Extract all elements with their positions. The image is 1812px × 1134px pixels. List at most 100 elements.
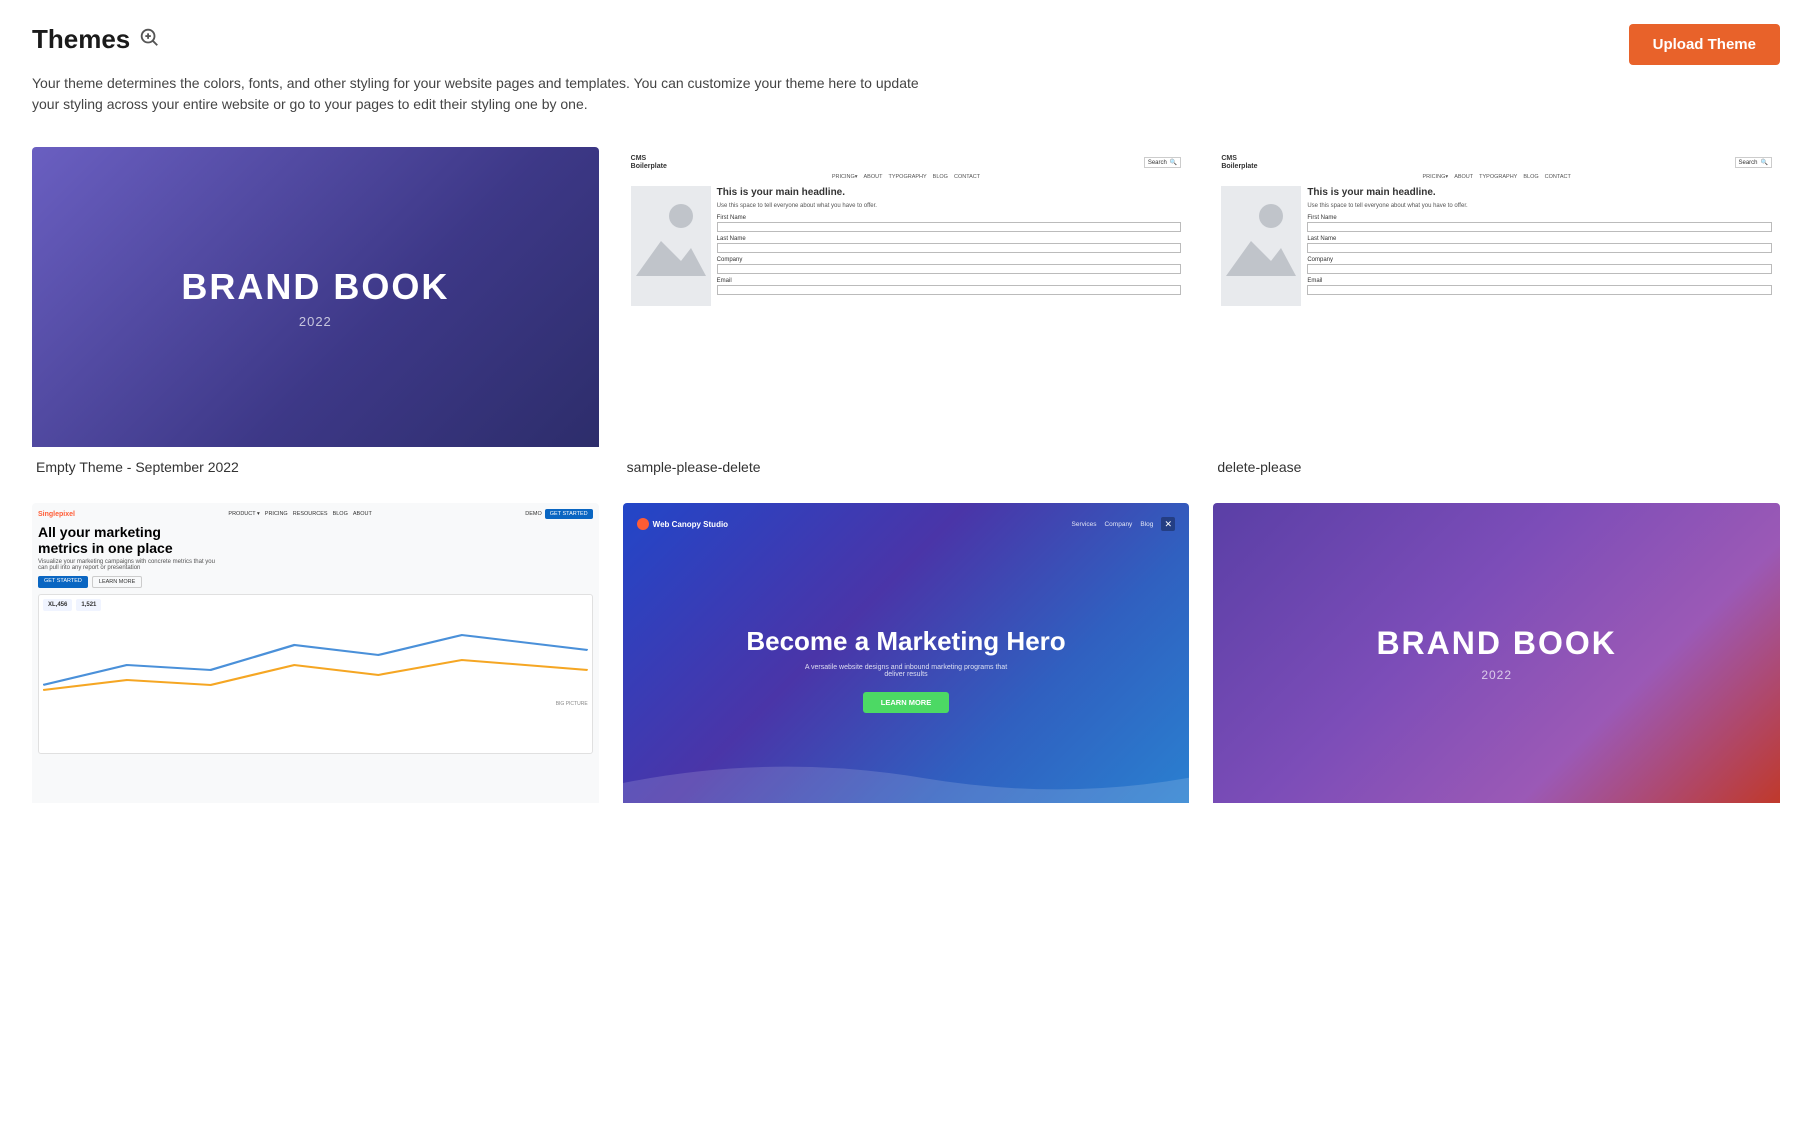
cms2-input-firstname — [1307, 222, 1772, 232]
cms2-headline: This is your main headline. — [1307, 186, 1772, 199]
themes-grid: BRAND BOOK 2022 Empty Theme - September … — [32, 147, 1780, 819]
cms-field-email: Email — [717, 278, 1182, 295]
cms-input-firstname — [717, 222, 1182, 232]
theme-card-empty-theme[interactable]: BRAND BOOK 2022 Empty Theme - September … — [32, 147, 599, 479]
brandbook-year: 2022 — [299, 314, 332, 329]
brandbook-thumbnail: BRAND BOOK 2022 — [32, 147, 599, 447]
analytics-headline: All your marketingmetrics in one place — [38, 524, 593, 556]
zoom-in-icon[interactable] — [138, 26, 160, 53]
page-title: Themes — [32, 24, 130, 55]
wc-header: Web Canopy Studio Services Company Blog … — [637, 517, 1176, 531]
wc-subheadline: A versatile website designs and inbound … — [796, 664, 1016, 678]
cms-sub: Use this space to tell everyone about wh… — [717, 203, 1182, 209]
cms-body: This is your main headline. Use this spa… — [631, 186, 1182, 306]
cms-thumbnail: CMSBoilerplate Search 🔍 PRICING▾ABOUTTYP… — [623, 147, 1190, 447]
cms-label-email: Email — [717, 278, 1182, 284]
cms-nav: PRICING▾ABOUTTYPOGRAPHYBLOGCONTACT — [631, 174, 1182, 180]
theme-card-webcanopy[interactable]: Web Canopy Studio Services Company Blog … — [623, 503, 1190, 819]
cms2-input-company — [1307, 264, 1772, 274]
cms2-body: This is your main headline. Use this spa… — [1221, 186, 1772, 306]
theme-card-brandbook2[interactable]: BRAND BOOK 2022 — [1213, 503, 1780, 819]
cms-input-email — [717, 285, 1182, 295]
analytics-cta: GET STARTED — [545, 509, 593, 519]
cms2-field-firstname: First Name — [1307, 215, 1772, 232]
theme-name-analytics — [32, 803, 599, 819]
cms-field-lastname: Last Name — [717, 236, 1182, 253]
wc-logo-text: Web Canopy Studio — [653, 520, 728, 529]
analytics-dashboard: XL,456 1,521 BIG PICTURE — [38, 594, 593, 754]
wc-wave — [623, 753, 1190, 803]
analytics-get-started: GET STARTED — [38, 576, 88, 588]
wc-logo-area: Web Canopy Studio — [637, 518, 728, 530]
cms-headline: This is your main headline. — [717, 186, 1182, 199]
wc-logo-icon — [637, 518, 649, 530]
cms-label-company: Company — [717, 257, 1182, 263]
cms2-input-email — [1307, 285, 1772, 295]
theme-card-sample-please-delete[interactable]: CMSBoilerplate Search 🔍 PRICING▾ABOUTTYP… — [623, 147, 1190, 479]
stat-1: XL,456 — [43, 599, 72, 611]
header-left: Themes — [32, 24, 160, 55]
brandbook-title: BRAND BOOK — [181, 266, 449, 308]
cms-search: Search 🔍 — [1144, 157, 1182, 168]
cms-label-lastname: Last Name — [717, 236, 1182, 242]
cms-label-firstname: First Name — [717, 215, 1182, 221]
cms2-sub: Use this space to tell everyone about wh… — [1307, 203, 1772, 209]
analytics-learn-more: LEARN MORE — [92, 576, 142, 588]
theme-name-brandbook2 — [1213, 803, 1780, 819]
cms-image — [631, 186, 711, 306]
wc-close-icon: ✕ — [1161, 517, 1175, 531]
theme-thumbnail-webcanopy: Web Canopy Studio Services Company Blog … — [623, 503, 1190, 803]
cms-input-lastname — [717, 243, 1182, 253]
cms-field-company: Company — [717, 257, 1182, 274]
cms2-thumbnail: CMSBoilerplate Search 🔍 PRICING▾ABOUTTYP… — [1213, 147, 1780, 447]
wc-cta-button[interactable]: LEARN MORE — [863, 692, 949, 713]
cms2-image — [1221, 186, 1301, 306]
big-picture-label: BIG PICTURE — [43, 701, 588, 707]
page-wrapper: Themes Upload Theme Your theme determine… — [0, 0, 1812, 1134]
wc-nav-services: Services — [1072, 521, 1097, 528]
analytics-sub: Visualize your marketing campaigns with … — [38, 559, 593, 571]
stat-2: 1,521 — [76, 599, 101, 611]
cms-input-company — [717, 264, 1182, 274]
brandbook2-title: BRAND BOOK — [1376, 625, 1616, 662]
theme-name-sample: sample-please-delete — [623, 447, 1190, 479]
analytics-nav: Singlepixel PRODUCT ▾PRICINGRESOURCESBLO… — [38, 509, 593, 519]
theme-name-empty-theme: Empty Theme - September 2022 — [32, 447, 599, 479]
cms2-field-lastname: Last Name — [1307, 236, 1772, 253]
upload-theme-button[interactable]: Upload Theme — [1629, 24, 1780, 65]
theme-thumbnail-brandbook2: BRAND BOOK 2022 — [1213, 503, 1780, 803]
analytics-thumbnail: Singlepixel PRODUCT ▾PRICINGRESOURCESBLO… — [32, 503, 599, 803]
cms2-label-email: Email — [1307, 278, 1772, 284]
brandbook2-year: 2022 — [1481, 668, 1512, 682]
analytics-nav-links: PRODUCT ▾PRICINGRESOURCESBLOGABOUT — [228, 511, 371, 517]
cms2-search: Search 🔍 — [1735, 157, 1773, 168]
theme-thumbnail-sample: CMSBoilerplate Search 🔍 PRICING▾ABOUTTYP… — [623, 147, 1190, 447]
cms-field-firstname: First Name — [717, 215, 1182, 232]
wc-nav-blog: Blog — [1140, 521, 1153, 528]
theme-name-delete: delete-please — [1213, 447, 1780, 479]
wc-nav-company: Company — [1104, 521, 1132, 528]
cms2-content: This is your main headline. Use this spa… — [1307, 186, 1772, 306]
theme-card-delete-please[interactable]: CMSBoilerplate Search 🔍 PRICING▾ABOUTTYP… — [1213, 147, 1780, 479]
cms-content: This is your main headline. Use this spa… — [717, 186, 1182, 306]
cms2-label-firstname: First Name — [1307, 215, 1772, 221]
theme-thumbnail-delete: CMSBoilerplate Search 🔍 PRICING▾ABOUTTYP… — [1213, 147, 1780, 447]
cms2-nav: PRICING▾ABOUTTYPOGRAPHYBLOGCONTACT — [1221, 174, 1772, 180]
theme-card-analytics[interactable]: Singlepixel PRODUCT ▾PRICINGRESOURCESBLO… — [32, 503, 599, 819]
analytics-logo: Singlepixel — [38, 511, 75, 518]
page-header: Themes Upload Theme — [32, 24, 1780, 65]
theme-name-webcanopy — [623, 803, 1190, 819]
wc-headline: Become a Marketing Hero — [746, 627, 1065, 656]
cms2-field-email: Email — [1307, 278, 1772, 295]
cms2-label-lastname: Last Name — [1307, 236, 1772, 242]
cms2-field-company: Company — [1307, 257, 1772, 274]
page-description: Your theme determines the colors, fonts,… — [32, 73, 932, 115]
cms-logo: CMSBoilerplate — [631, 155, 667, 170]
wc-nav: Services Company Blog ✕ — [1072, 517, 1176, 531]
cms2-input-lastname — [1307, 243, 1772, 253]
analytics-stats: XL,456 1,521 — [43, 599, 588, 611]
cms2-label-company: Company — [1307, 257, 1772, 263]
cms2-logo: CMSBoilerplate — [1221, 155, 1257, 170]
analytics-btns: GET STARTED LEARN MORE — [38, 576, 593, 588]
theme-thumbnail-analytics: Singlepixel PRODUCT ▾PRICINGRESOURCESBLO… — [32, 503, 599, 803]
